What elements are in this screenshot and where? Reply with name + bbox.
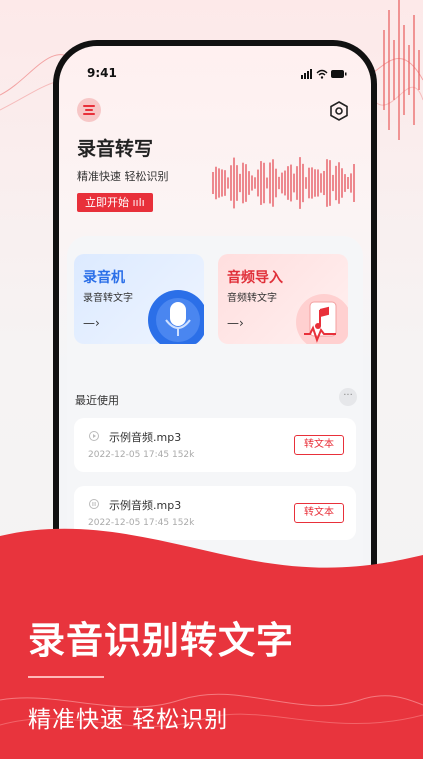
status-bar: 9:41 bbox=[87, 66, 347, 82]
convert-to-text-button[interactable]: 转文本 bbox=[294, 435, 344, 455]
menu-icon bbox=[83, 105, 95, 115]
start-now-label: 立即开始 bbox=[85, 196, 129, 209]
more-options-icon[interactable]: ··· bbox=[339, 388, 357, 406]
audio-import-card[interactable]: 音频导入 音频转文字 —› bbox=[218, 254, 348, 344]
menu-button[interactable] bbox=[77, 98, 101, 122]
play-icon[interactable] bbox=[89, 431, 99, 441]
phone-frame: 9:41 录音转写 精准快速 轻松识别 立即开始 ıılı 录音机 录音转文字 … bbox=[53, 40, 377, 640]
audio-import-title: 音频导入 bbox=[227, 270, 283, 286]
promo-title: 录音识别转文字 bbox=[28, 619, 294, 662]
arrow-right-icon: —› bbox=[227, 316, 244, 330]
settings-hexagon-icon[interactable] bbox=[329, 101, 349, 121]
file-meta: 2022-12-05 17:45 152k bbox=[88, 518, 195, 528]
file-name: 示例音频.mp3 bbox=[109, 499, 182, 512]
recorder-card[interactable]: 录音机 录音转文字 —› bbox=[74, 254, 204, 344]
recorder-subtitle: 录音转文字 bbox=[83, 293, 133, 304]
audio-import-subtitle: 音频转文字 bbox=[227, 293, 277, 304]
start-now-button[interactable]: 立即开始 ıılı bbox=[77, 193, 153, 212]
signal-wifi-battery-icon bbox=[301, 68, 347, 82]
equalizer-icon: ıılı bbox=[132, 196, 145, 209]
app-title: 录音转写 bbox=[77, 138, 154, 160]
file-name: 示例音频.mp3 bbox=[109, 431, 182, 444]
convert-to-text-button[interactable]: 转文本 bbox=[294, 503, 344, 523]
recent-file-item[interactable]: 示例音频.mp3 2022-12-05 17:45 152k 转文本 bbox=[74, 418, 356, 472]
recent-title: 最近使用 bbox=[75, 394, 119, 407]
audio-file-icon bbox=[296, 294, 348, 344]
recent-file-item[interactable]: 示例音频.mp3 2022-12-05 17:45 152k 转文本 bbox=[74, 486, 356, 540]
arrow-right-icon: —› bbox=[83, 316, 100, 330]
hero-waveform bbox=[212, 157, 355, 209]
promo-subtitle: 精准快速 轻松识别 bbox=[28, 707, 229, 733]
promo-divider bbox=[28, 676, 104, 678]
status-time: 9:41 bbox=[87, 66, 117, 80]
pause-icon[interactable] bbox=[89, 499, 99, 509]
app-subtitle: 精准快速 轻松识别 bbox=[77, 170, 169, 183]
microphone-icon bbox=[148, 290, 204, 344]
phone-screen: 9:41 录音转写 精准快速 轻松识别 立即开始 ıılı 录音机 录音转文字 … bbox=[59, 46, 371, 634]
file-meta: 2022-12-05 17:45 152k bbox=[88, 450, 195, 460]
recorder-title: 录音机 bbox=[83, 270, 125, 286]
